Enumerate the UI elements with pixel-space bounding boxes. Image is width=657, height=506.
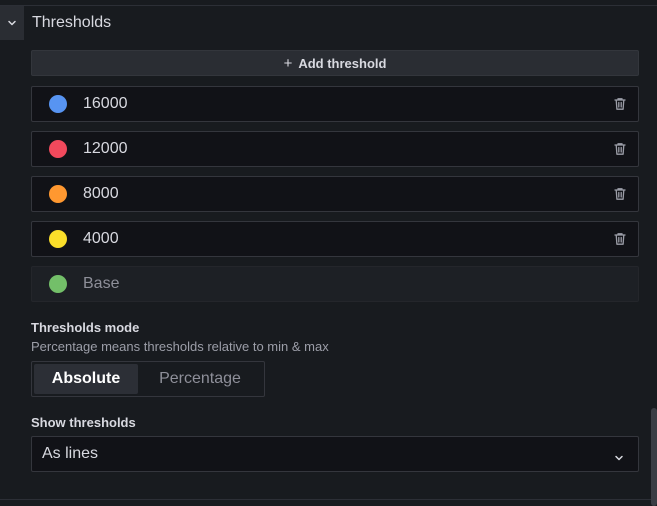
color-swatch[interactable] [49, 230, 67, 248]
show-thresholds-value: As lines [42, 445, 99, 462]
trash-icon[interactable] [612, 231, 628, 247]
trash-icon[interactable] [612, 141, 628, 157]
threshold-row[interactable]: 8000 [31, 176, 639, 212]
thresholds-mode-label: Thresholds mode [31, 320, 140, 335]
threshold-value-input[interactable]: 8000 [83, 185, 119, 203]
trash-icon[interactable] [612, 186, 628, 202]
thresholds-mode-description: Percentage means thresholds relative to … [31, 339, 329, 354]
mode-option-absolute[interactable]: Absolute [34, 364, 138, 394]
threshold-base-label: Base [83, 275, 120, 292]
color-swatch[interactable] [49, 140, 67, 158]
color-swatch[interactable] [49, 95, 67, 113]
bottom-divider [0, 499, 657, 500]
threshold-value-input[interactable]: 16000 [83, 95, 128, 113]
section-title: Thresholds [32, 14, 112, 31]
plus-icon: + [283, 54, 293, 72]
color-swatch[interactable] [49, 185, 67, 203]
scrollbar-thumb[interactable] [651, 408, 657, 506]
show-thresholds-label: Show thresholds [31, 415, 136, 430]
collapse-chevron-icon[interactable] [0, 6, 24, 40]
color-swatch[interactable] [49, 275, 67, 293]
threshold-value-input[interactable]: 12000 [83, 140, 128, 158]
threshold-value-input[interactable]: 4000 [83, 230, 119, 248]
thresholds-section-header[interactable]: Thresholds [0, 6, 657, 40]
threshold-row[interactable]: 16000 [31, 86, 639, 122]
show-thresholds-select[interactable]: As lines [31, 436, 639, 472]
thresholds-mode-radio-group: Absolute Percentage [31, 361, 265, 397]
threshold-row[interactable]: 4000 [31, 221, 639, 257]
trash-icon[interactable] [612, 96, 628, 112]
threshold-row-base: Base [31, 266, 639, 302]
threshold-row[interactable]: 12000 [31, 131, 639, 167]
mode-option-percentage[interactable]: Percentage [138, 364, 262, 394]
add-threshold-button[interactable]: + Add threshold [31, 50, 639, 76]
add-threshold-label: Add threshold [298, 55, 387, 71]
chevron-down-icon [614, 450, 624, 461]
